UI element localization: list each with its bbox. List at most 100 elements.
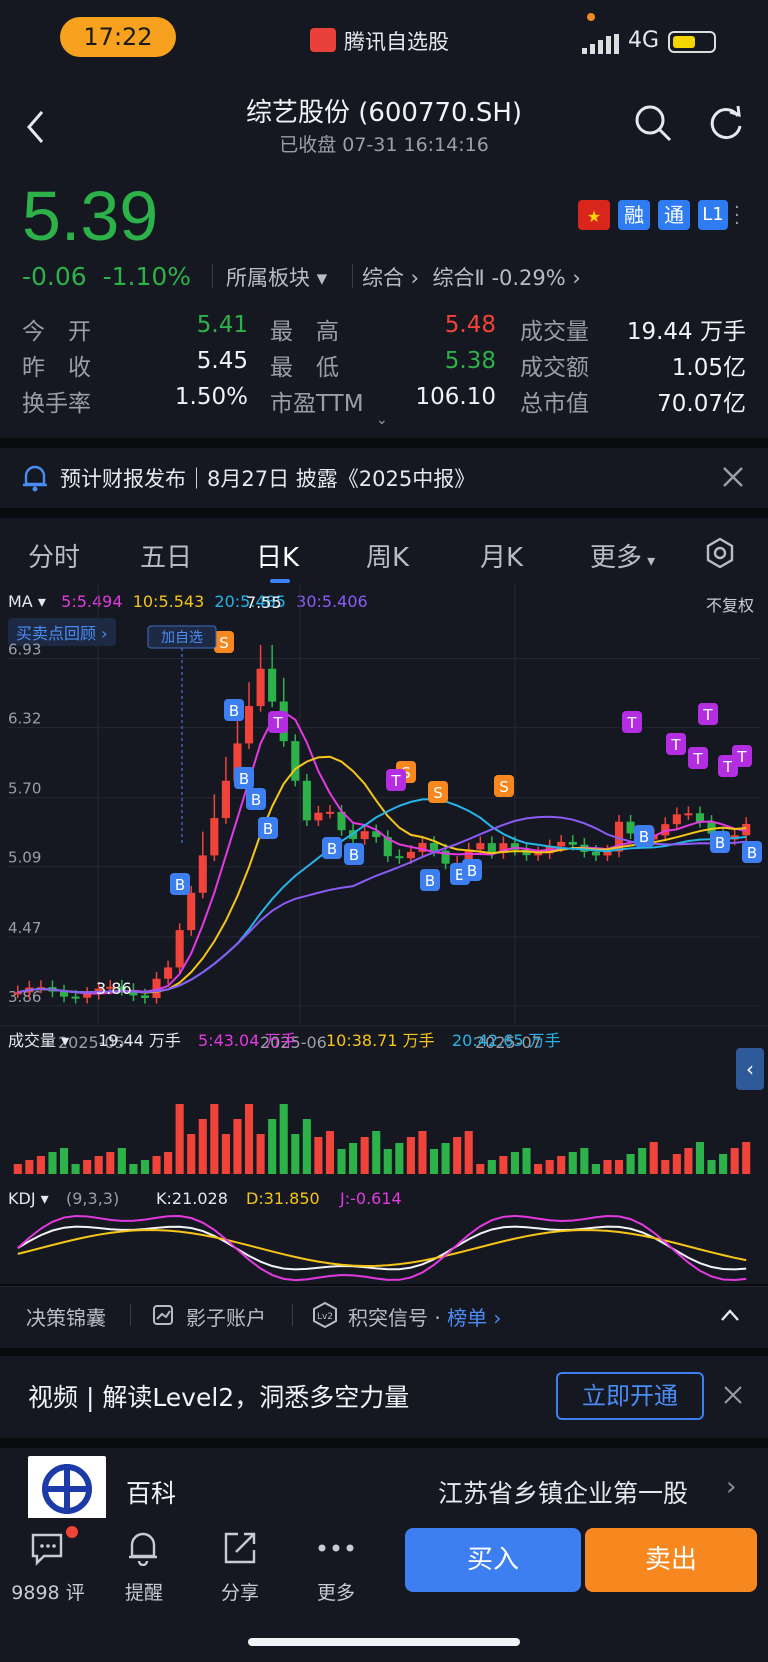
more-label[interactable]: 更多 — [296, 1578, 376, 1605]
candle-body — [429, 842, 439, 851]
refresh-icon[interactable] — [708, 104, 746, 142]
volume-bar — [534, 1164, 543, 1174]
search-icon[interactable] — [634, 104, 672, 142]
kdj-k-line — [17, 1225, 747, 1271]
candle-body — [325, 811, 335, 814]
close-icon[interactable] — [722, 466, 744, 488]
volume-bar — [429, 1149, 439, 1174]
recording-dot — [587, 13, 595, 21]
sell-marker-text: S — [499, 778, 509, 796]
volume-bar — [83, 1160, 92, 1174]
volume-bar — [614, 1160, 624, 1174]
candle-body — [71, 996, 80, 999]
buy-marker-text: B — [349, 846, 359, 864]
sector-dropdown[interactable]: 所属板块 ▾ — [226, 262, 327, 292]
home-indicator[interactable] — [248, 1638, 520, 1646]
connect-badge: 通 — [658, 200, 690, 230]
chevron-up-icon[interactable] — [720, 1308, 740, 1322]
bell-icon — [23, 465, 47, 492]
candle-body — [695, 813, 705, 822]
signal-link[interactable]: 积突信号 · 榜单 › — [348, 1302, 501, 1331]
candle-body — [487, 843, 496, 854]
candle-body — [198, 855, 207, 893]
tab-more[interactable]: 更多 ▾ — [590, 537, 655, 574]
volume-bar — [198, 1119, 207, 1174]
volume-bar — [337, 1149, 346, 1174]
more-icon[interactable] — [316, 1542, 356, 1554]
kdj-j: J:-0.614 — [339, 1189, 402, 1208]
buy-marker-text: B — [327, 840, 337, 858]
candle-body — [140, 995, 150, 998]
stat-label: 今 开 — [22, 319, 91, 345]
t-marker-text: T — [722, 758, 733, 776]
shadow-account-link[interactable]: 影子账户 — [186, 1302, 266, 1331]
stat-label: 成交额 — [520, 355, 589, 381]
candle-body — [557, 841, 566, 847]
volume-bar — [395, 1143, 404, 1174]
volume-bar — [464, 1131, 473, 1174]
sector-path-link[interactable]: 综合 › 综合Ⅱ -0.29% › — [362, 262, 581, 292]
tab-weekly-k[interactable]: 周K — [366, 537, 409, 574]
stat-value: 19.44 万手 — [626, 319, 746, 345]
network-type: 4G — [628, 28, 660, 53]
volume-bar — [175, 1104, 184, 1174]
volume-bar — [106, 1152, 115, 1174]
kdj-selector: KDJ ▾ — [8, 1189, 49, 1208]
volume-selector: 成交量 ▾ — [8, 1031, 69, 1050]
decision-kit-link[interactable]: 决策锦囊 — [26, 1302, 106, 1331]
volume-bar — [25, 1160, 34, 1174]
stat-value: 106.10 — [415, 384, 496, 410]
tab-daily-k[interactable]: 日K — [256, 537, 299, 574]
volume-bar — [71, 1164, 80, 1174]
tab-intraday[interactable]: 分时 — [28, 537, 80, 574]
candle-body — [175, 930, 184, 968]
share-icon[interactable] — [222, 1530, 258, 1566]
settings-icon[interactable] — [704, 537, 736, 569]
chart-collapse-button[interactable]: ‹ — [736, 1048, 764, 1090]
volume-bar — [291, 1134, 300, 1174]
remind-bell-icon[interactable] — [126, 1530, 160, 1566]
expand-icon[interactable]: ⌄ — [376, 412, 388, 428]
promo-open-button[interactable]: 立即开通 — [556, 1372, 704, 1420]
volume-bar — [557, 1156, 566, 1174]
buy-marker-text: B — [229, 702, 239, 720]
candle-body — [568, 841, 577, 845]
share-label[interactable]: 分享 — [200, 1578, 280, 1605]
candle-body — [256, 668, 265, 707]
promo-close-icon[interactable] — [724, 1386, 742, 1404]
stat-value: 1.50% — [174, 384, 248, 410]
volume-bar — [626, 1154, 635, 1174]
add-watch-label: 加自选 — [161, 630, 203, 646]
t-marker-text: T — [670, 736, 681, 754]
volume-bar — [48, 1152, 57, 1174]
company-logo — [28, 1456, 106, 1522]
buy-marker-text: B — [239, 770, 249, 788]
sell-button[interactable]: 卖出 — [585, 1528, 757, 1592]
candle-body — [83, 993, 92, 998]
volume-bar — [129, 1164, 138, 1174]
volume-bar — [233, 1119, 242, 1174]
kdj-d-line — [17, 1229, 747, 1267]
volume-bar — [152, 1156, 161, 1174]
volume-bar — [221, 1134, 230, 1174]
tab-monthly-k[interactable]: 月K — [480, 537, 523, 574]
volume-bar — [695, 1142, 705, 1174]
margin-badge: 融 — [618, 200, 650, 230]
volume-bar — [13, 1164, 22, 1174]
volume-bar — [603, 1160, 612, 1174]
active-tab-indicator — [270, 579, 290, 583]
remind-label[interactable]: 提醒 — [104, 1578, 184, 1605]
volume-bar — [719, 1154, 728, 1174]
buy-button[interactable]: 买入 — [405, 1528, 581, 1592]
app-logo-icon — [310, 28, 336, 52]
candle-body — [268, 668, 277, 702]
buy-marker-text: B — [467, 862, 477, 880]
volume-bar — [187, 1134, 196, 1174]
comment-icon[interactable] — [30, 1532, 66, 1566]
notice-text: 预计财报发布｜8月27日 披露《2025中报》 — [60, 467, 476, 491]
comments-label[interactable]: 9898 评 — [8, 1578, 88, 1605]
badge-more-icon[interactable]: · · · — [734, 199, 740, 233]
stat-label[interactable]: 总市值 — [520, 384, 589, 418]
kline-chart[interactable]: 6.936.325.705.094.473.862025-05 2025-06 20… — [0, 584, 768, 1284]
tab-five-day[interactable]: 五日 — [140, 537, 192, 574]
